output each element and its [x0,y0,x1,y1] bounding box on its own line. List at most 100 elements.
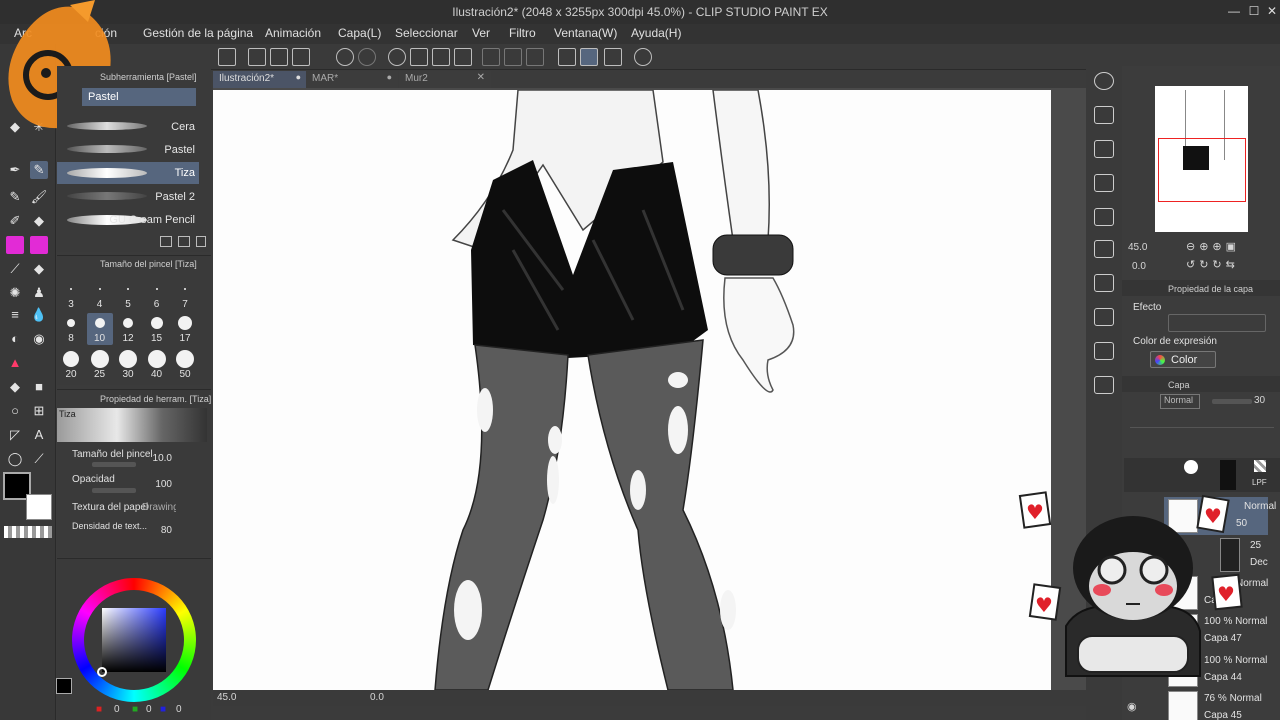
text-tool-icon[interactable]: A [30,426,48,444]
blend-mode-select[interactable]: Normal [1160,394,1200,409]
red-value[interactable]: 0 [114,704,120,715]
loading-icon[interactable] [388,48,406,66]
layer-opacity-slider[interactable] [1212,399,1252,404]
brush-size-option[interactable]: 10 [86,313,113,345]
zoom-value[interactable]: 45.0 [217,692,236,703]
save-icon[interactable] [292,48,310,66]
crop-icon[interactable] [504,48,522,66]
color-picker-handle[interactable] [97,667,107,677]
smudge-icon[interactable]: ◉ [30,330,48,348]
pen-tool-icon[interactable]: ✒ [6,161,24,179]
navigator-viewport[interactable] [1158,138,1246,202]
download-subtool-icon[interactable] [160,236,172,247]
brush-size-option[interactable]: 6 [144,279,170,311]
operation-icon[interactable]: ◸ [6,426,24,444]
menu-seleccionar[interactable]: Seleccionar [395,26,458,40]
clear-icon[interactable] [410,48,428,66]
brush-tool-icon[interactable]: 🖌 [30,188,48,206]
figure-icon[interactable]: ♟ [30,284,48,302]
snap-grid-icon[interactable] [604,48,622,66]
blend-drop-icon[interactable]: 💧 [30,306,48,324]
navigator-rotation[interactable]: 0.0 [1132,261,1146,272]
open-folder-icon[interactable] [270,48,288,66]
search-icon[interactable] [1094,72,1114,90]
menu-ventana[interactable]: Ventana(W) [554,26,617,40]
gradient-icon[interactable]: ◐ [6,330,24,348]
blend-tool-icon[interactable] [6,236,24,254]
material-heart-2-icon[interactable] [1094,140,1114,158]
brush-size-slider[interactable] [92,462,136,467]
transform-icon[interactable] [454,48,472,66]
layer-opacity-value[interactable]: 30 [1254,395,1265,406]
brush-size-option[interactable]: 30 [115,349,141,381]
brush-size-option[interactable]: 25 [87,349,113,381]
copy-subtool-icon[interactable] [178,236,190,247]
brush-size-value[interactable]: 10.0 [140,453,172,464]
saturation-value-square[interactable] [102,608,166,672]
navigator-zoom[interactable]: 45.0 [1128,242,1147,253]
layer-row[interactable]: 76 % Normal Capa 45 [1164,689,1268,720]
deselect-icon[interactable] [482,48,500,66]
navigator-zoom-controls[interactable]: ⊖⊕⊕▣ [1186,240,1272,254]
app-icon[interactable] [218,48,236,66]
sub-color-swatch[interactable] [26,494,52,520]
fill-color-icon[interactable] [30,236,48,254]
eyedropper-icon[interactable]: ⟋ [6,260,24,278]
eraser-soft-icon[interactable]: ◆ [30,260,48,278]
ruler-icon[interactable] [558,48,576,66]
brush-size-option[interactable]: 4 [87,279,113,311]
invert-selection-icon[interactable] [526,48,544,66]
minimize-button[interactable]: — [1226,3,1242,19]
brush-size-option[interactable]: 5 [115,279,141,311]
brush-size-option[interactable]: 50 [172,349,198,381]
doc-tab-mur2[interactable]: Mur2 ✕ [399,71,491,88]
paper-texture-value[interactable]: Drawing [142,502,176,513]
companion-icon[interactable] [634,48,652,66]
fill-icon[interactable] [432,48,450,66]
subtool-item-cream-pencil[interactable]: GU Cream Pencil [57,209,199,231]
menu-ayuda[interactable]: Ayuda(H) [631,26,681,40]
navigator-preview[interactable] [1155,86,1248,232]
brush-size-option[interactable]: 7 [172,279,198,311]
sub-view-icon[interactable] [1094,342,1114,360]
close-button[interactable]: ✕ [1264,3,1280,19]
folder-icon[interactable] [1094,174,1114,192]
opacity-slider[interactable] [92,488,136,493]
menu-filtro[interactable]: Filtro [509,26,536,40]
layer-tools-row-2[interactable] [1130,436,1274,450]
drawing-canvas[interactable] [213,90,1051,690]
navigator-rotate-controls[interactable]: ↺↻↻⇆ [1186,258,1272,272]
cake-icon[interactable]: ▲ [6,354,24,372]
hatching-icon[interactable]: ≡ [6,306,24,324]
doc-tab-mar[interactable]: MAR* ● [306,71,398,88]
layer-tools-row-1[interactable] [1130,414,1274,428]
texture-density-value[interactable]: 80 [140,525,172,536]
subtool-item-cera[interactable]: Cera [57,116,199,138]
pastel-tool-icon[interactable]: ✎ [30,161,48,179]
menu-gestion-pagina[interactable]: Gestión de la página [143,26,253,40]
subtool-group-tab[interactable]: Pastel [82,88,196,106]
gradient-fill-icon[interactable]: ■ [30,378,48,396]
rotation-value[interactable]: 0.0 [370,692,384,703]
bucket-icon[interactable]: ◆ [6,378,24,396]
decoration-icon[interactable]: ✺ [6,284,24,302]
eraser-icon[interactable]: ◆ [30,212,48,230]
doc-tab-ilustracion2[interactable]: Ilustración2* ● [213,71,307,88]
opacity-value[interactable]: 100 [140,479,172,490]
palette-icon[interactable] [1094,274,1114,292]
correct-line-icon[interactable]: ⟋ [30,450,48,468]
green-value[interactable]: 0 [146,704,152,715]
subtool-item-pastel-2[interactable]: Pastel 2 [57,186,199,208]
brush-size-option[interactable]: 15 [144,313,170,345]
brush-size-option[interactable]: 3 [58,279,84,311]
undo-icon[interactable] [336,48,354,66]
delete-subtool-icon[interactable] [196,236,206,247]
lasso-icon[interactable]: ◯ [6,450,24,468]
new-file-icon[interactable] [248,48,266,66]
subtool-item-pastel[interactable]: Pastel [57,139,199,161]
airbrush-tool-icon[interactable]: ✐ [6,212,24,230]
list-icon[interactable] [1094,208,1114,226]
layer-list-icon[interactable] [1094,240,1114,258]
subtool-item-tiza[interactable]: Tiza [57,162,199,184]
material-heart-icon[interactable] [1094,106,1114,124]
